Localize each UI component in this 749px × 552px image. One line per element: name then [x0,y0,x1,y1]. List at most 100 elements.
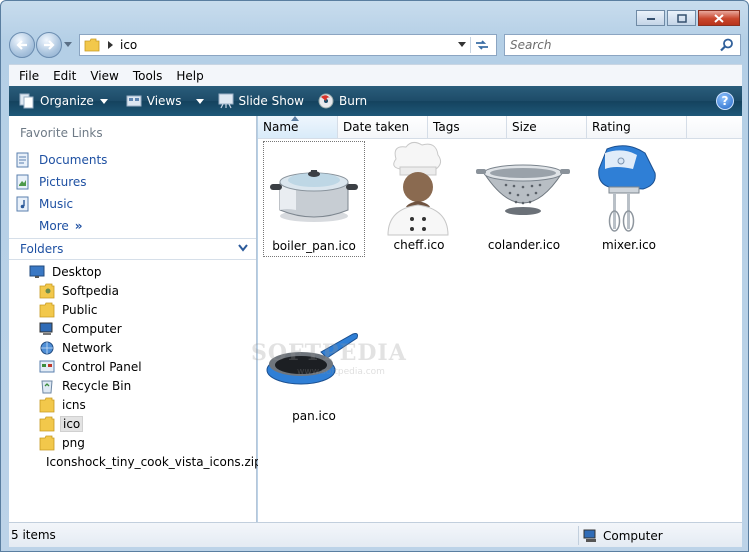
slideshow-button[interactable]: Slide Show [216,90,306,112]
forward-arrow-icon [44,40,55,50]
explorer-window: ico File Edit View Tools Help Organize V… [0,0,749,552]
folder-icon [39,397,55,412]
command-bar: Organize Views Slide Show Burn ? [9,86,742,116]
search-box[interactable] [504,34,741,56]
file-name: boiler_pan.ico [272,239,356,253]
menu-view[interactable]: View [90,69,118,83]
address-bar[interactable]: ico [79,34,497,56]
pictures-icon [16,174,29,190]
favorite-link-label: Pictures [39,175,87,189]
documents-icon [16,152,29,168]
control-panel-icon [39,360,55,372]
tree-item-computer[interactable]: Computer [9,319,256,338]
recent-pages-dropdown-icon[interactable] [64,42,72,48]
search-input[interactable] [510,38,710,52]
folders-title: Folders [20,242,64,256]
slideshow-label: Slide Show [238,94,304,108]
views-button[interactable]: Views [124,90,206,112]
column-header-rating[interactable]: Rating [587,116,687,138]
user-folder-icon [39,283,55,298]
file-item[interactable]: boiler_pan.ico [263,141,365,257]
refresh-button[interactable] [470,37,492,53]
tree-item-label: ico [60,415,84,432]
close-icon [714,13,724,23]
tree-item-icns[interactable]: icns [9,395,256,414]
file-item[interactable]: cheff.ico [368,141,470,257]
tree-item-png[interactable]: png [9,433,256,452]
file-item[interactable]: colander.ico [473,141,575,257]
tree-item-desktop[interactable]: Desktop [9,262,256,281]
folder-tree: Desktop Softpedia Public Computer Networ… [9,262,262,471]
column-header-size[interactable]: Size [507,116,587,138]
favorite-link-pictures[interactable]: Pictures [15,171,107,193]
status-zone-label: Computer [603,528,663,543]
maximize-icon [676,13,687,23]
tree-item-label: Computer [62,321,122,336]
favorite-links-title: Favorite Links [20,126,103,140]
menu-help[interactable]: Help [176,69,203,83]
item-count: 5 items [11,528,56,542]
computer-icon [39,322,53,335]
favorite-link-label: Music [39,197,74,211]
help-button[interactable]: ? [716,92,734,110]
breadcrumb-arrow-icon[interactable] [108,41,113,49]
file-thumbnail [368,141,468,237]
file-thumbnail [578,141,678,237]
menu-edit[interactable]: Edit [53,69,76,83]
folder-icon [39,416,55,431]
maximize-button[interactable] [667,10,696,26]
navigation-buttons [9,32,72,58]
tree-item-network[interactable]: Network [9,338,256,357]
column-header-label: Name [263,120,299,134]
music-icon [16,196,29,212]
tree-item-label: Public [62,302,98,317]
tree-item-ico[interactable]: ico [9,414,256,433]
address-path[interactable]: ico [120,38,137,52]
favorite-links-list: Documents Pictures Music More » [15,149,107,237]
chevron-down-icon [238,244,248,252]
chef-icon [387,141,449,236]
tree-item-softpedia[interactable]: Softpedia [9,281,256,300]
more-label: More [39,219,69,233]
tree-item-control-panel[interactable]: Control Panel [9,357,256,376]
menu-tools[interactable]: Tools [133,69,163,83]
tree-item-label: icns [62,397,86,412]
back-button[interactable] [9,32,35,58]
navigation-pane: Favorite Links Documents Pictures Music … [9,116,262,522]
more-links-button[interactable]: More » [39,215,107,237]
burn-disc-icon [318,93,334,109]
column-header-label: Date taken [343,120,410,134]
tree-item-zip[interactable]: Iconshock_tiny_cook_vista_icons.zip [9,452,262,471]
minimize-button[interactable] [636,10,665,26]
back-arrow-icon [16,40,27,50]
column-header-name[interactable]: Name [258,116,338,138]
address-dropdown-icon[interactable] [458,42,466,48]
organize-button[interactable]: Organize [17,90,110,112]
column-header-date-taken[interactable]: Date taken [338,116,428,138]
folder-icon [39,435,55,450]
folders-header[interactable]: Folders [9,238,256,260]
network-icon [40,341,54,354]
organize-icon [19,93,34,109]
tree-item-public[interactable]: Public [9,300,256,319]
file-item[interactable]: mixer.ico [578,141,680,257]
recycle-bin-icon [41,380,53,393]
burn-button[interactable]: Burn [316,90,369,112]
column-headers: Name Date taken Tags Size Rating [258,116,742,139]
softpedia-watermark-url: www.softpedia.com [297,367,385,377]
forward-button[interactable] [36,32,62,58]
column-header-tags[interactable]: Tags [428,116,507,138]
search-icon[interactable] [720,38,734,52]
tree-item-label: png [62,435,85,450]
slideshow-icon [218,93,233,109]
refresh-icon [475,40,488,50]
favorite-link-documents[interactable]: Documents [15,149,107,171]
column-header-label: Tags [433,120,460,134]
favorite-link-music[interactable]: Music [15,193,107,215]
menu-file[interactable]: File [19,69,39,83]
boiler-pan-icon [270,170,358,222]
column-header-label: Size [512,120,537,134]
window-controls [636,10,740,26]
close-button[interactable] [698,10,740,26]
tree-item-recycle-bin[interactable]: Recycle Bin [9,376,256,395]
